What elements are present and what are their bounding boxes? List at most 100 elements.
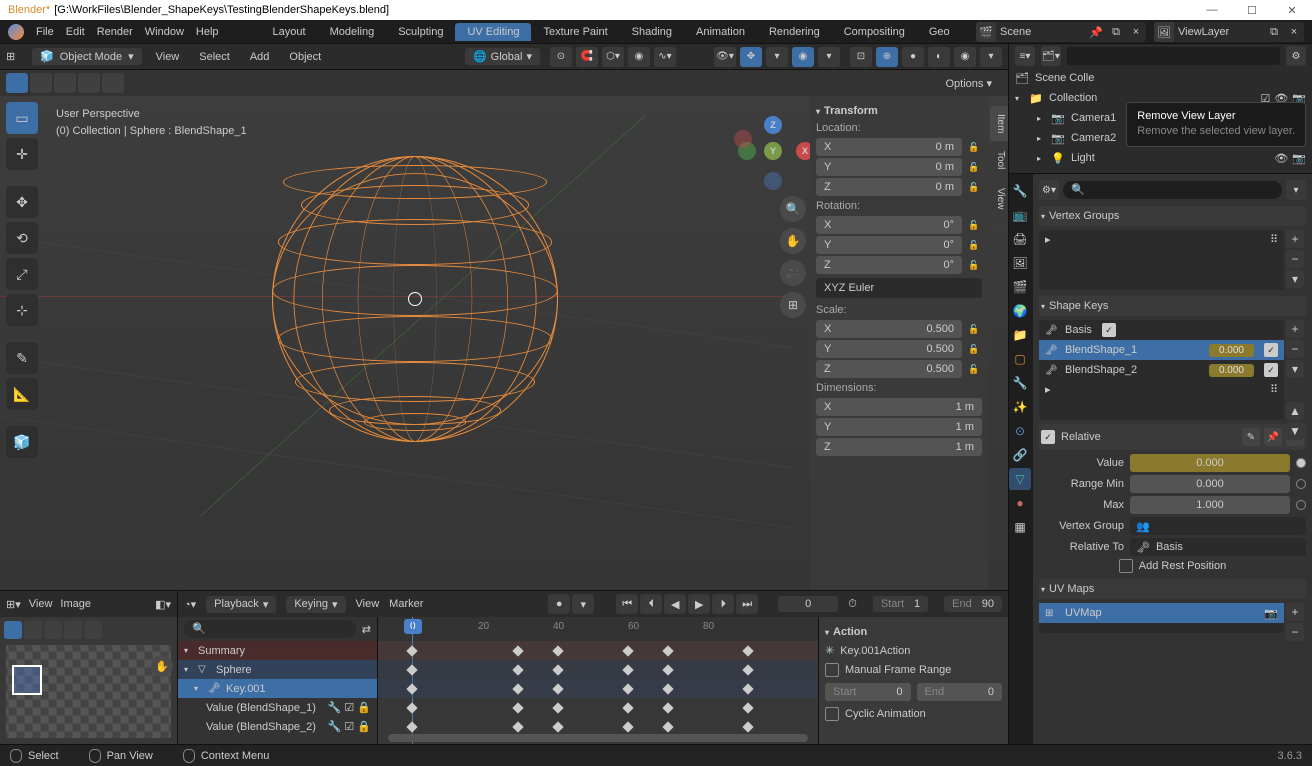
select-mode-extend[interactable]	[30, 73, 52, 93]
shading-matprev-icon[interactable]: ◐	[928, 47, 950, 67]
wrench-icon[interactable]: 🔧	[328, 701, 342, 714]
autokey-dd-icon[interactable]: ▾	[572, 594, 594, 614]
range-max-field[interactable]: 1.000	[1130, 496, 1290, 514]
timeline-scrollbar[interactable]	[388, 734, 808, 742]
location-x-field[interactable]: X0 m	[816, 138, 962, 156]
keyframe-dot[interactable]	[1296, 500, 1306, 510]
axis-y-icon[interactable]: Y	[764, 142, 782, 160]
specials-button[interactable]: ▾	[1286, 270, 1304, 288]
add-button[interactable]: +	[1286, 230, 1304, 248]
shading-solid-icon[interactable]: ●	[902, 47, 924, 67]
filter-icon[interactable]: ⚙	[1286, 46, 1306, 66]
add-button[interactable]: +	[1286, 320, 1304, 338]
tab-geo[interactable]: Geo	[917, 23, 962, 41]
tab-particles[interactable]: ✨	[1009, 396, 1031, 418]
proportional-icon[interactable]: ◉	[628, 47, 650, 67]
outliner-item[interactable]: ▸💡Light👁📷	[1009, 148, 1312, 168]
scale-y-field[interactable]: Y0.500	[816, 340, 962, 358]
tab-scene[interactable]: 🎬	[1009, 276, 1031, 298]
transform-tool[interactable]: ⊹	[6, 294, 38, 326]
maximize-button[interactable]: ☐	[1232, 0, 1272, 20]
gizmo-dd-icon[interactable]: ▾	[766, 47, 788, 67]
list-item[interactable]: ⊞UVMap📷	[1039, 603, 1284, 623]
uv-select-extend[interactable]	[24, 621, 42, 639]
dim-x-field[interactable]: X1 m	[816, 398, 982, 416]
mute-checkbox[interactable]: ✓	[1264, 363, 1278, 377]
overlays-dd-icon[interactable]: ▾	[818, 47, 840, 67]
persp-ortho-icon[interactable]: ⊞	[780, 292, 806, 318]
tab-physics[interactable]: ⊙	[1009, 420, 1031, 442]
editor-type-icon[interactable]: ⊞▾	[6, 598, 21, 611]
scene-picker[interactable]: 🎬 📌 ⧉ ×	[976, 22, 1146, 42]
lock-icon[interactable]: 🔓	[966, 216, 982, 234]
action-panel-title[interactable]: Action	[825, 623, 1002, 641]
select-mode-intersect[interactable]	[102, 73, 124, 93]
shapekey-value-field[interactable]: 0.000	[1130, 454, 1290, 472]
play-reverse-icon[interactable]: ◀	[664, 594, 686, 614]
end-frame-field[interactable]: End90	[944, 596, 1002, 612]
uv-select-box[interactable]	[4, 621, 22, 639]
shading-wireframe-icon[interactable]: ⊕	[876, 47, 898, 67]
channel-search-input[interactable]	[184, 620, 356, 638]
move-tool[interactable]: ✥	[6, 186, 38, 218]
wrench-icon[interactable]: 🔧	[328, 720, 342, 733]
close-button[interactable]: ✕	[1272, 0, 1312, 20]
tl-menu-view[interactable]: View	[356, 598, 380, 610]
list-item[interactable]: 🗝BlendShape_10.000✓	[1039, 340, 1284, 360]
menu-edit[interactable]: Edit	[66, 26, 85, 38]
rotation-z-field[interactable]: Z0°	[816, 256, 962, 274]
pivot-icon[interactable]: ⊙	[550, 47, 572, 67]
tab-texture[interactable]: ▦	[1009, 516, 1031, 538]
options-icon[interactable]: ▾	[1286, 180, 1306, 200]
uv-select-subtract[interactable]	[44, 621, 62, 639]
lock-icon[interactable]: 🔓	[966, 340, 982, 358]
lock-icon[interactable]: 🔓	[966, 320, 982, 338]
axis-neg-x-icon[interactable]	[734, 130, 752, 148]
tab-sculpting[interactable]: Sculpting	[386, 23, 455, 41]
location-y-field[interactable]: Y0 m	[816, 158, 962, 176]
vp-menu-select[interactable]: Select	[193, 49, 236, 65]
uv-select-tool-icon[interactable]	[12, 665, 42, 695]
proportional-mode-icon[interactable]: ∿▾	[654, 47, 676, 67]
keyframe-dot[interactable]	[1296, 479, 1306, 489]
axis-neg-z-icon[interactable]	[764, 172, 782, 190]
manual-frame-checkbox[interactable]	[825, 663, 839, 677]
mute-checkbox[interactable]: ☑	[344, 720, 354, 733]
lock-icon[interactable]: 🔒	[357, 720, 371, 733]
menu-help[interactable]: Help	[196, 26, 219, 38]
remove-button[interactable]: −	[1286, 623, 1304, 641]
tab-render[interactable]: 🔧	[1009, 180, 1031, 202]
cyclic-checkbox[interactable]	[825, 707, 839, 721]
play-icon[interactable]: ▶	[688, 594, 710, 614]
tab-output[interactable]: 📺	[1009, 204, 1031, 226]
tab-object[interactable]: ▢	[1009, 348, 1031, 370]
tab-mesh-data[interactable]: ▽	[1009, 468, 1031, 490]
dim-y-field[interactable]: Y1 m	[816, 418, 982, 436]
tl-menu-keying[interactable]: Keying ▾	[286, 596, 345, 613]
tab-compositing[interactable]: Compositing	[832, 23, 917, 41]
tl-menu-marker[interactable]: Marker	[389, 598, 423, 610]
tab-item[interactable]: Item	[990, 106, 1008, 141]
action-row[interactable]: ▾🗝Key.001	[178, 679, 377, 698]
vp-menu-view[interactable]: View	[150, 49, 186, 65]
jump-end-icon[interactable]: ⏭	[736, 594, 758, 614]
dopesheet-graph[interactable]: 0 20 40 60 80	[378, 617, 818, 744]
mute-checkbox[interactable]: ☑	[344, 701, 354, 714]
tab-uv-editing[interactable]: UV Editing	[455, 23, 531, 41]
preview-range-icon[interactable]: ⏱	[848, 598, 857, 611]
shape-keys-list[interactable]: 🗝Basis✓ 🗝BlendShape_10.000✓ 🗝BlendShape_…	[1039, 320, 1284, 420]
viewlayer-picker[interactable]: 🖼 ⧉ ×	[1154, 22, 1304, 42]
pin-scene-icon[interactable]: 📌	[1086, 22, 1106, 42]
scale-x-field[interactable]: X0.500	[816, 320, 962, 338]
scale-z-field[interactable]: Z0.500	[816, 360, 962, 378]
keyframe-prev-icon[interactable]: ⏴	[640, 594, 662, 614]
visibility-icon[interactable]: 👁▾	[714, 47, 736, 67]
vertex-groups-list[interactable]: ▸⠿	[1039, 230, 1284, 290]
lock-icon[interactable]: 🔓	[966, 178, 982, 196]
object-row[interactable]: ▾▽Sphere	[178, 660, 377, 679]
uv-canvas[interactable]: ✋	[0, 617, 177, 744]
xray-icon[interactable]: ⊡	[850, 47, 872, 67]
list-item[interactable]: 🗝BlendShape_20.000✓	[1039, 360, 1284, 380]
tab-viewlayer[interactable]: 🖼	[1009, 252, 1031, 274]
add-cube-tool[interactable]: 🧊	[6, 426, 38, 458]
